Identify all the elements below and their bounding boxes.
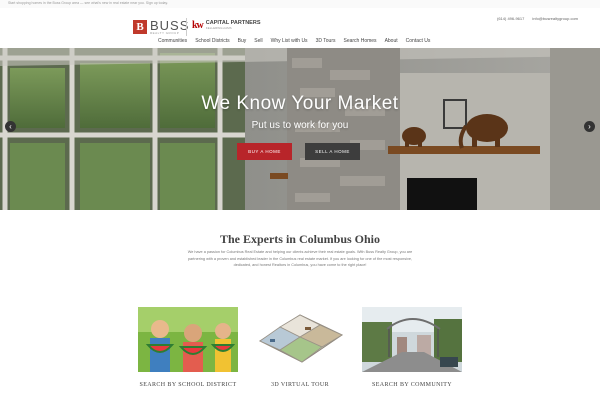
nav-item-why-list[interactable]: Why List with Us <box>271 38 308 44</box>
hero-title: We Know Your Market <box>201 93 399 114</box>
hero-subtitle: Put us to work for you <box>251 120 349 131</box>
nav-item-contact[interactable]: Contact Us <box>406 38 431 44</box>
nav-item-search-homes[interactable]: Search Homes <box>343 38 376 44</box>
buy-a-home-button[interactable]: BUY A HOME <box>237 143 292 160</box>
sell-a-home-button[interactable]: SELL A HOME <box>305 143 360 160</box>
card-label: SEARCH BY COMMUNITY <box>371 382 453 388</box>
slider-prev-button[interactable]: ‹ <box>5 121 16 132</box>
floorplan-3d-image <box>250 307 350 372</box>
nav-item-communities[interactable]: Communities <box>158 38 187 44</box>
community-street-image <box>362 307 462 372</box>
phone-link[interactable]: (614) 496-9617 <box>497 16 524 21</box>
kids-watermelon-image <box>138 307 238 372</box>
experts-paragraph: We have a passion for Columbus Real Esta… <box>187 250 413 267</box>
nav-item-about[interactable]: About <box>385 38 398 44</box>
main-nav: Communities School Districts Buy Sell Wh… <box>158 38 430 44</box>
email-link[interactable]: info@busrealtygroup.com <box>532 16 578 21</box>
logo-divider <box>186 18 187 36</box>
card-label: 3D VIRTUAL TOUR <box>270 382 330 388</box>
card-label: SEARCH BY SCHOOL DISTRICT <box>139 382 237 388</box>
nav-item-buy[interactable]: Buy <box>238 38 247 44</box>
promo-text: Start shopping homes in the Buss Group a… <box>8 1 168 5</box>
hero-banner: We Know Your Market Put us to work for y… <box>0 48 600 210</box>
nav-item-3d-tours[interactable]: 3D Tours <box>316 38 336 44</box>
feature-cards: SEARCH BY SCHOOL DISTRICT 3D VIRTUAL TOU… <box>0 307 600 400</box>
kw-logo[interactable]: kw CAPITAL PARTNERS KELLERWILLIAMS <box>192 20 261 31</box>
buss-logo[interactable]: B BUSS REALTY GROUP <box>133 16 189 38</box>
experts-heading: The Experts in Columbus Ohio <box>219 232 381 246</box>
site-header: B BUSS REALTY GROUP kw CAPITAL PARTNERS … <box>0 8 600 48</box>
kw-subtitle: KELLERWILLIAMS <box>205 25 232 30</box>
logo-subtitle: REALTY GROUP <box>150 31 180 35</box>
contact-info: (614) 496-9617 info@busrealtygroup.com <box>497 16 578 21</box>
slider-next-button[interactable]: › <box>584 121 595 132</box>
nav-item-school-districts[interactable]: School Districts <box>195 38 229 44</box>
chevron-left-icon: ‹ <box>9 122 12 131</box>
chevron-right-icon: › <box>588 122 591 131</box>
nav-item-sell[interactable]: Sell <box>254 38 262 44</box>
kw-badge: kw <box>192 20 204 31</box>
logo-letter: B <box>133 20 147 34</box>
